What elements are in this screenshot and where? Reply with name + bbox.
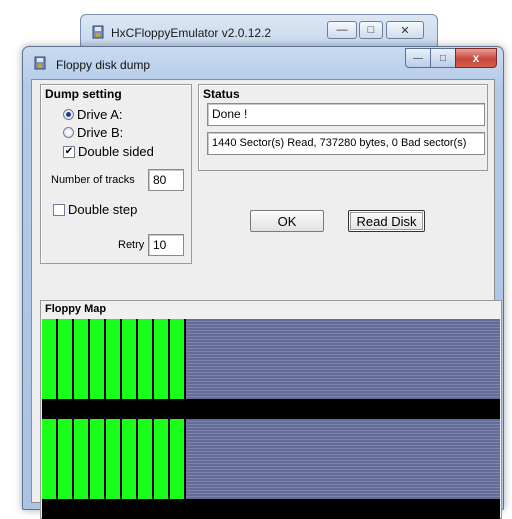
- sector-read-cell: [90, 419, 106, 499]
- status-title: Status: [203, 87, 240, 101]
- status-panel: Status Done ! 1440 Sector(s) Read, 73728…: [198, 84, 488, 171]
- parent-window-title: HxCFloppyEmulator v2.0.12.2: [111, 26, 272, 40]
- floppy-map-panel: Floppy Map: [40, 300, 502, 519]
- sector-read-cell: [170, 319, 186, 399]
- checkbox-empty-icon: [53, 203, 65, 216]
- track-separator: [42, 499, 500, 519]
- drive-a-radio[interactable]: Drive A:: [63, 107, 123, 122]
- sector-read-cell: [106, 319, 122, 399]
- tracks-label: Number of tracks: [51, 174, 135, 186]
- dump-setting-title: Dump setting: [45, 87, 122, 101]
- sector-read-cell: [74, 319, 90, 399]
- parent-maximize-button[interactable]: □: [359, 21, 383, 39]
- minimize-button[interactable]: —: [405, 48, 431, 68]
- read-sectors-side-1: [42, 419, 186, 499]
- parent-minimize-button[interactable]: —: [327, 21, 357, 39]
- sector-read-cell: [154, 419, 170, 499]
- sector-read-cell: [138, 319, 154, 399]
- double-sided-checkbox[interactable]: ✔ Double sided: [63, 144, 154, 159]
- checkmark-icon: ✔: [63, 145, 75, 158]
- sector-read-cell: [42, 319, 58, 399]
- sector-read-cell: [106, 419, 122, 499]
- read-disk-button[interactable]: Read Disk: [348, 210, 425, 232]
- close-button[interactable]: x: [455, 48, 497, 68]
- double-step-checkbox[interactable]: Double step: [53, 202, 137, 217]
- tracks-input[interactable]: 80: [148, 169, 184, 191]
- floppy-map-title: Floppy Map: [45, 303, 107, 315]
- radio-unselected-icon: [63, 127, 74, 138]
- retry-label: Retry: [118, 239, 145, 251]
- dump-setting-panel: Dump setting Drive A: Drive B: ✔ Double …: [40, 84, 192, 264]
- maximize-button[interactable]: □: [430, 48, 456, 68]
- floppy-map-side-1: [42, 419, 500, 499]
- sector-read-cell: [122, 319, 138, 399]
- drive-b-radio[interactable]: Drive B:: [63, 125, 123, 140]
- sector-read-cell: [42, 419, 58, 499]
- sector-read-cell: [138, 419, 154, 499]
- retry-input[interactable]: 10: [148, 234, 184, 256]
- floppy-map-side-0: [42, 319, 500, 399]
- status-message-field: Done !: [207, 103, 485, 126]
- dialog-title: Floppy disk dump: [56, 58, 151, 72]
- sector-read-cell: [74, 419, 90, 499]
- sector-read-cell: [154, 319, 170, 399]
- sector-read-cell: [58, 319, 74, 399]
- sector-read-cell: [170, 419, 186, 499]
- read-sectors-side-0: [42, 319, 186, 399]
- track-separator: [42, 399, 500, 419]
- floppy-dump-dialog: Floppy disk dump — □ x Dump setting Driv…: [22, 46, 504, 519]
- app-icon: [34, 56, 46, 70]
- parent-close-button[interactable]: ✕: [386, 21, 424, 39]
- radio-selected-icon: [63, 109, 74, 120]
- window-controls: — □ x: [399, 48, 499, 70]
- status-details-field: 1440 Sector(s) Read, 737280 bytes, 0 Bad…: [207, 132, 485, 155]
- dialog-client-area: Dump setting Drive A: Drive B: ✔ Double …: [31, 79, 502, 519]
- app-icon: [92, 25, 104, 39]
- sector-read-cell: [58, 419, 74, 499]
- sector-read-cell: [90, 319, 106, 399]
- sector-read-cell: [122, 419, 138, 499]
- ok-button[interactable]: OK: [250, 210, 324, 232]
